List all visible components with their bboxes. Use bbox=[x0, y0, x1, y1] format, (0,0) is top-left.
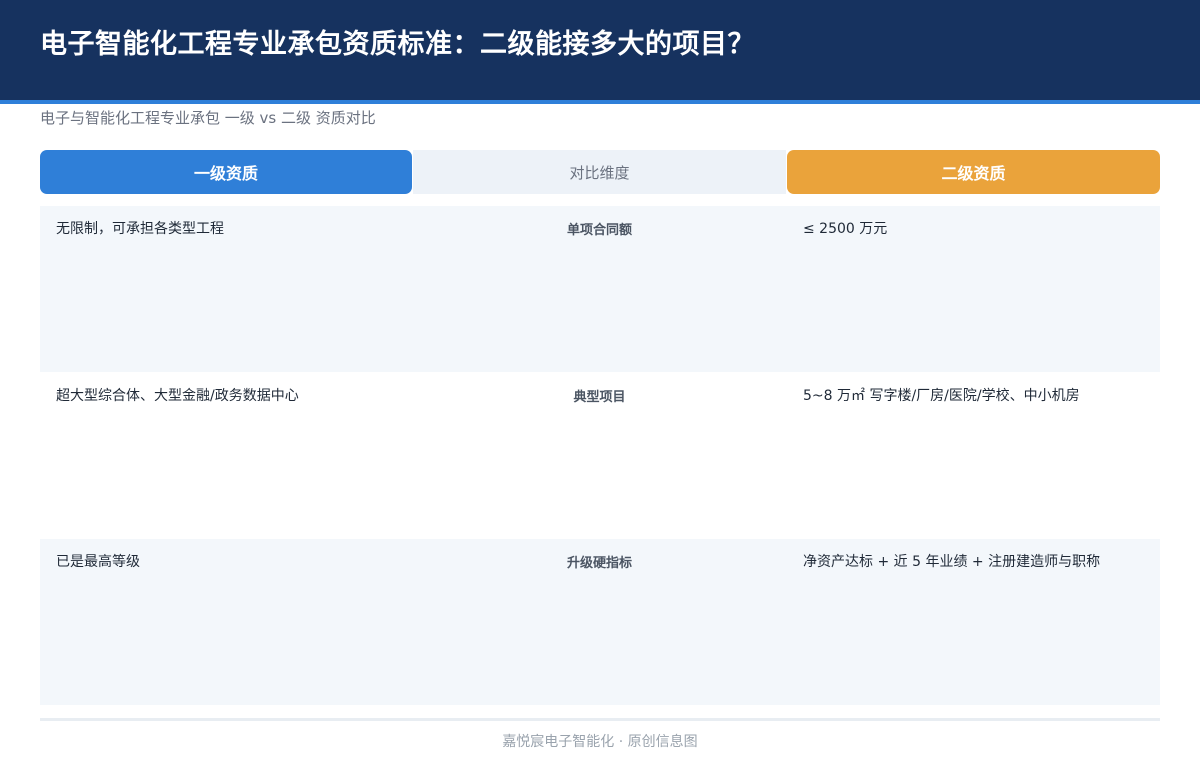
level-1-value: 无限制，可承担各类型工程 bbox=[56, 221, 224, 237]
page-subtitle: 电子与智能化工程专业承包 一级 vs 二级 资质对比 bbox=[40, 109, 376, 127]
level-2-value: 5~8 万㎡ 写字楼/厂房/医院/学校、中小机房 bbox=[803, 388, 1080, 404]
level-1-value: 超大型综合体、大型金融/政务数据中心 bbox=[56, 388, 299, 404]
dimension-label: 典型项目 bbox=[573, 390, 626, 405]
page-header: 电子智能化工程专业承包资质标准：二级能接多大的项目？ bbox=[0, 0, 1200, 104]
level-2-value: 净资产达标 + 近 5 年业绩 + 注册建造师与职称 bbox=[803, 554, 1101, 570]
level-1-value: 已是最高等级 bbox=[56, 554, 140, 570]
comparison-row: 超大型综合体、大型金融/政务数据中心 典型项目 5~8 万㎡ 写字楼/厂房/医院… bbox=[40, 373, 1160, 539]
column-header-level-1: 一级资质 bbox=[40, 150, 412, 194]
dimension-label: 单项合同额 bbox=[566, 223, 632, 238]
footer-divider bbox=[40, 718, 1160, 721]
footer-credit: 嘉悦宸电子智能化 · 原创信息图 bbox=[502, 734, 698, 750]
comparison-row: 已是最高等级 升级硬指标 净资产达标 + 近 5 年业绩 + 注册建造师与职称 bbox=[40, 539, 1160, 705]
page-title: 电子智能化工程专业承包资质标准：二级能接多大的项目？ bbox=[40, 29, 755, 60]
comparison-row: 无限制，可承担各类型工程 单项合同额 ≤ 2500 万元 bbox=[40, 206, 1160, 372]
column-header-dimension: 对比维度 bbox=[413, 150, 786, 194]
dimension-label: 升级硬指标 bbox=[566, 556, 632, 571]
level-2-value: ≤ 2500 万元 bbox=[803, 221, 888, 237]
column-header-level-2: 二级资质 bbox=[787, 150, 1160, 194]
